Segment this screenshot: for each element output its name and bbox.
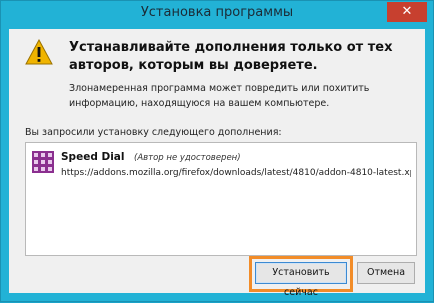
window-title: Установка программы: [140, 5, 294, 20]
speed-dial-grid-icon: [32, 151, 54, 173]
install-now-button[interactable]: Установить сейчас: [255, 262, 347, 298]
close-button[interactable]: ✕: [387, 2, 427, 22]
title-bar[interactable]: Установка программы ✕: [1, 1, 433, 29]
warning-icon: [25, 39, 53, 65]
cancel-button[interactable]: Отмена: [357, 262, 415, 284]
warning-heading: Устанавливайте дополнения только от тех …: [69, 40, 393, 73]
dialog-body: Устанавливайте дополнения только от тех …: [9, 29, 425, 298]
addon-author-note: (Автор не удостоверен): [134, 153, 241, 163]
request-text: Вы запросили установку следующего дополн…: [25, 127, 282, 138]
addon-name: Speed Dial: [61, 151, 125, 163]
install-dialog-window: Установка программы ✕ Устанавливайте доп…: [0, 0, 434, 302]
addon-list[interactable]: Speed Dial (Автор не удостоверен) https:…: [25, 142, 417, 256]
warning-description: Злонамеренная программа может повредить …: [69, 83, 370, 109]
addon-url: https://addons.mozilla.org/firefox/downl…: [61, 168, 411, 178]
